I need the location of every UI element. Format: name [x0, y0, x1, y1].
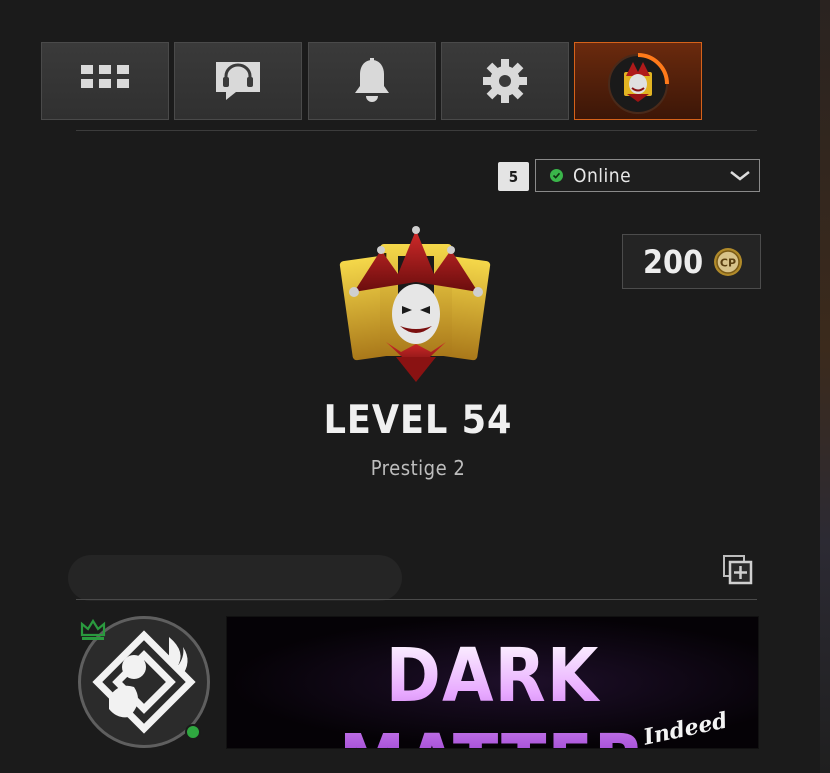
add-friend-icon[interactable]	[723, 555, 753, 585]
party-count-badge[interactable]: 5	[498, 162, 529, 191]
chevron-down-icon	[730, 170, 750, 181]
cod-points-coin-icon: CP	[714, 247, 743, 276]
bell-icon	[355, 58, 389, 102]
tab-settings[interactable]	[441, 42, 569, 120]
calling-card-banner[interactable]: DARK MATTER Indeed	[226, 616, 759, 749]
tab-social[interactable]	[174, 42, 302, 120]
presence-indicator	[185, 724, 201, 740]
prestige-emblem-icon: J	[339, 226, 491, 382]
player-prestige: Prestige 2	[370, 456, 466, 480]
avatar-emblem-icon	[92, 630, 196, 734]
cod-points-coin-label: CP	[720, 256, 736, 269]
player-level: LEVEL 54	[323, 398, 513, 443]
nav-divider	[76, 130, 757, 131]
profile-divider	[76, 599, 757, 600]
cod-points-balance[interactable]: 200 CP	[622, 234, 761, 289]
headset-chat-icon	[216, 62, 260, 100]
status-label: Online	[573, 164, 632, 187]
tab-apps[interactable]	[41, 42, 169, 120]
gear-icon	[483, 59, 527, 103]
cod-points-amount: 200	[643, 242, 704, 281]
crown-icon	[80, 619, 106, 640]
status-dropdown[interactable]: Online	[535, 159, 760, 192]
player-name-field[interactable]	[68, 555, 402, 601]
grid-icon	[81, 65, 129, 88]
jester-emblem-icon	[608, 53, 669, 114]
online-status-icon	[550, 169, 563, 182]
tab-notifications[interactable]	[308, 42, 436, 120]
background-edge	[820, 0, 830, 773]
tab-profile[interactable]	[574, 42, 702, 120]
